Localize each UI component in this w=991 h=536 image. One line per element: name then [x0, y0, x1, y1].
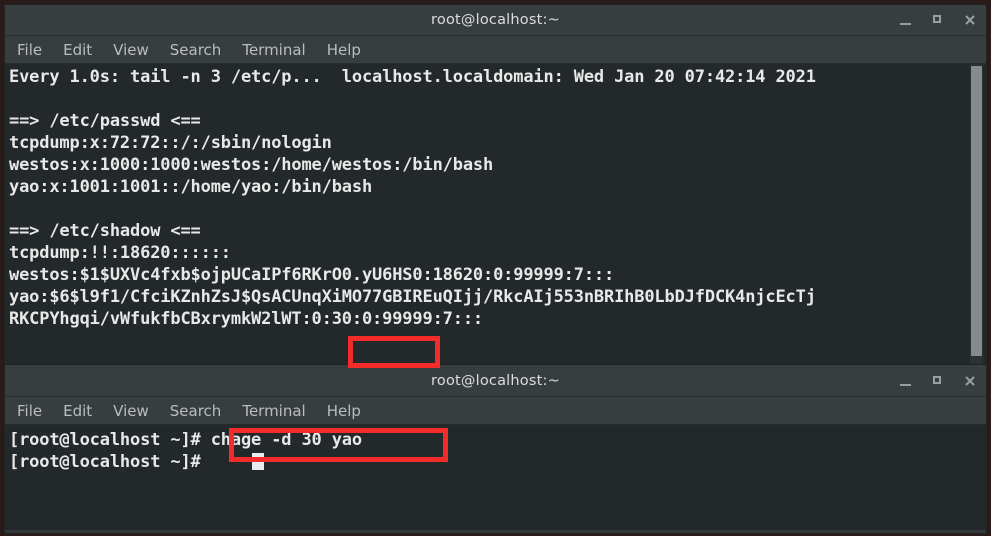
terminal-scrollbar-top[interactable]	[970, 64, 983, 370]
menu-item-search[interactable]: Search	[168, 40, 224, 60]
menu-item-edit[interactable]: Edit	[61, 401, 94, 421]
menu-item-view[interactable]: View	[111, 401, 151, 421]
menu-item-file[interactable]: File	[15, 40, 44, 60]
window-controls-bottom	[898, 365, 978, 396]
minimize-icon[interactable]	[898, 373, 914, 389]
menubar-top: File Edit View Search Terminal Help	[5, 36, 986, 64]
terminal-body-top[interactable]: Every 1.0s: tail -n 3 /etc/p... localhos…	[5, 64, 986, 370]
menu-item-terminal[interactable]: Terminal	[240, 40, 307, 60]
menubar-bottom: File Edit View Search Terminal Help	[5, 397, 986, 425]
menu-item-search[interactable]: Search	[168, 401, 224, 421]
terminal-line-shadow-header: ==> /etc/shadow <==	[9, 221, 201, 241]
terminal-line-chage-command: [root@localhost ~]# chage -d 30 yao	[9, 430, 362, 450]
terminal-line-passwd-yao: yao:x:1001:1001::/home/yao:/bin/bash	[9, 177, 373, 197]
terminal-line-passwd-header: ==> /etc/passwd <==	[9, 111, 201, 131]
terminal-line-passwd-westos: westos:x:1000:1000:westos:/home/westos:/…	[9, 155, 494, 175]
window-controls-top	[898, 5, 978, 35]
terminal-body-bottom[interactable]: [root@localhost ~]# chage -d 30 yao [roo…	[5, 425, 986, 530]
terminal-line-prompt: [root@localhost ~]#	[9, 452, 211, 472]
terminal-output-top: Every 1.0s: tail -n 3 /etc/p... localhos…	[9, 66, 986, 330]
close-icon[interactable]	[962, 373, 978, 389]
terminal-output-bottom: [root@localhost ~]# chage -d 30 yao [roo…	[9, 429, 986, 473]
titlebar-bottom[interactable]: root@localhost:~	[5, 365, 986, 397]
scrollbar-thumb[interactable]	[971, 66, 982, 356]
terminal-cursor	[252, 453, 264, 470]
watch-header-line: Every 1.0s: tail -n 3 /etc/p... localhos…	[9, 67, 816, 87]
maximize-icon[interactable]	[930, 12, 946, 28]
terminal-line-shadow-westos: westos:$1$UXVc4fxb$ojpUCaIPf6RKrO0.yU6HS…	[9, 265, 615, 285]
terminal-line-shadow-yao-wrap: RKCPYhgqi/vWfukfbCBxrymkW2lWT:0:30:0:999…	[9, 309, 483, 329]
terminal-window-top[interactable]: root@localhost:~ File Edit View Search T…	[4, 4, 987, 370]
terminal-line-shadow-yao: yao:$6$l9f1/CfciKZnhZsJ$QsACUnqXiMO77GBI…	[9, 287, 816, 307]
terminal-line-shadow-tcpdump: tcpdump:!!:18620::::::	[9, 243, 231, 263]
window-title-bottom: root@localhost:~	[431, 372, 560, 389]
menu-item-edit[interactable]: Edit	[61, 40, 94, 60]
menu-item-file[interactable]: File	[15, 401, 44, 421]
window-title-top: root@localhost:~	[431, 12, 560, 28]
terminal-line-passwd-tcpdump: tcpdump:x:72:72::/:/sbin/nologin	[9, 133, 332, 153]
menu-item-help[interactable]: Help	[325, 40, 363, 60]
minimize-icon[interactable]	[898, 12, 914, 28]
menu-item-help[interactable]: Help	[325, 401, 363, 421]
menu-item-terminal[interactable]: Terminal	[240, 401, 307, 421]
terminal-window-bottom[interactable]: root@localhost:~ File Edit View Search T…	[4, 364, 987, 534]
close-icon[interactable]	[962, 12, 978, 28]
menu-item-view[interactable]: View	[111, 40, 151, 60]
maximize-icon[interactable]	[930, 373, 946, 389]
screen: root@localhost:~ File Edit View Search T…	[0, 0, 991, 536]
titlebar-top[interactable]: root@localhost:~	[5, 5, 986, 36]
